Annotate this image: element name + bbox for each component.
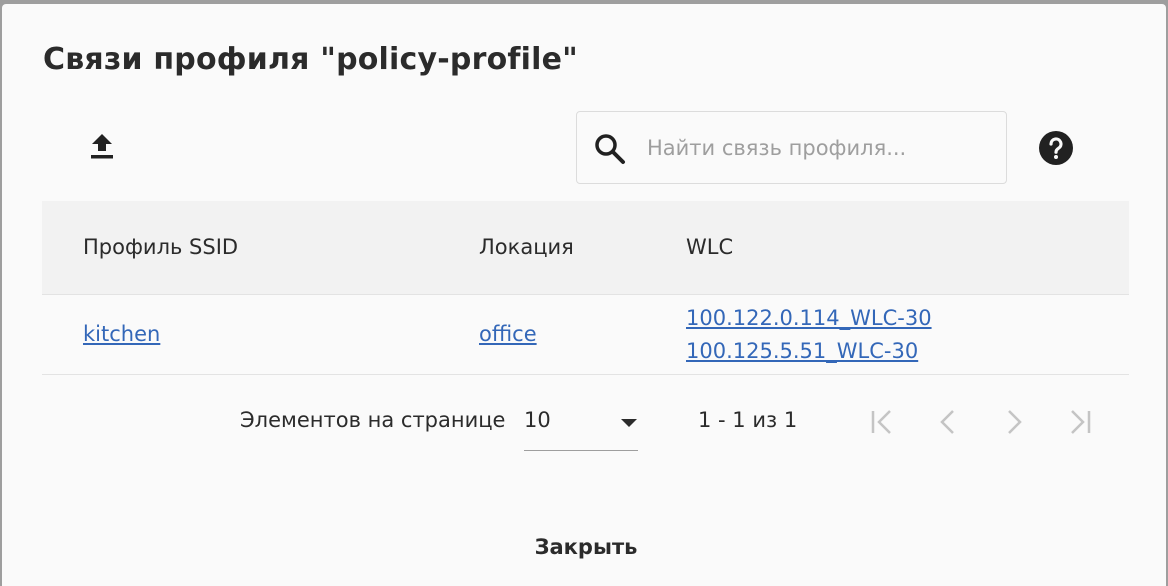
items-per-page-value: 10	[524, 408, 551, 432]
wlc-link[interactable]: 100.125.5.51_WLC-30	[686, 339, 918, 363]
table-header: Профиль SSID Локация WLC	[42, 201, 1129, 295]
chevron-right-icon	[1008, 410, 1022, 434]
search-icon	[595, 134, 625, 164]
close-button[interactable]: Закрыть	[516, 519, 656, 575]
items-per-page-select[interactable]: 10	[524, 394, 638, 451]
ssid-profile-link[interactable]: kitchen	[83, 322, 160, 346]
export-button[interactable]	[82, 126, 122, 166]
wlc-link[interactable]: 100.122.0.114_WLC-30	[686, 306, 932, 330]
column-header-ssid-profile[interactable]: Профиль SSID	[83, 235, 238, 259]
items-per-page-label: Элементов на странице	[240, 408, 506, 432]
paginator: Элементов на странице 10 1 - 1 из 1	[2, 394, 1166, 454]
range-label: 1 - 1 из 1	[698, 408, 798, 432]
last-page-button[interactable]	[1060, 402, 1100, 442]
column-header-wlc[interactable]: WLC	[686, 235, 733, 259]
upload-icon	[91, 134, 113, 159]
help-circle-icon[interactable]	[1038, 130, 1074, 166]
caret-down-icon	[621, 419, 637, 427]
first-page-button[interactable]	[862, 402, 902, 442]
chevron-left-icon	[940, 410, 954, 434]
links-table: Профиль SSID Локация WLC kitchen office …	[42, 201, 1129, 375]
profile-links-dialog: Связи профиля "policy-profile" Профиль S…	[2, 4, 1166, 586]
dialog-title: Связи профиля "policy-profile"	[43, 42, 578, 77]
first-page-icon	[871, 410, 891, 434]
table-row: kitchen office 100.122.0.114_WLC-30 100.…	[42, 295, 1129, 375]
location-link[interactable]: office	[479, 322, 537, 346]
last-page-icon	[1071, 410, 1091, 434]
search-box	[576, 111, 1007, 184]
column-header-location[interactable]: Локация	[479, 235, 574, 259]
next-page-button[interactable]	[994, 402, 1034, 442]
previous-page-button[interactable]	[928, 402, 968, 442]
search-input[interactable]	[647, 130, 987, 166]
